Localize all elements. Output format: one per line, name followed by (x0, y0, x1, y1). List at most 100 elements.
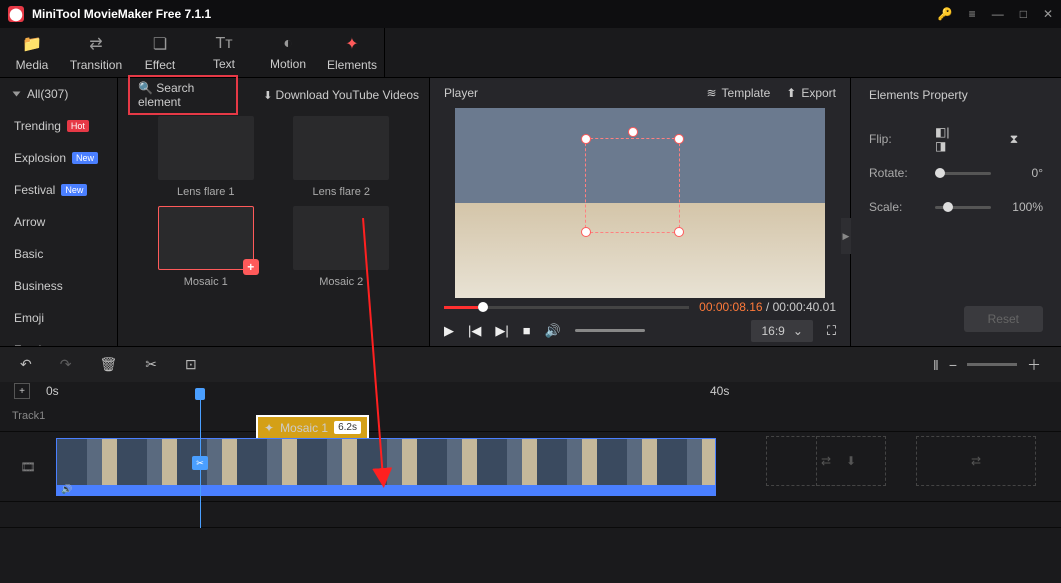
prev-icon[interactable]: |◀ (468, 323, 481, 339)
sidebar-item-festival[interactable]: FestivalNew (0, 174, 117, 206)
rotate-value: 0° (1007, 166, 1043, 180)
split-icon[interactable]: ✂ (192, 456, 208, 470)
export-button[interactable]: ⬆Export (786, 86, 836, 100)
playhead[interactable]: ✂ (200, 400, 201, 528)
next-icon[interactable]: ▶| (495, 323, 508, 339)
tab-transition[interactable]: ⇄Transition (64, 28, 128, 77)
titlebar: ⬤ MiniTool MovieMaker Free 7.1.1 🔑 ≡ — □… (0, 0, 1061, 28)
add-track-button[interactable]: + (14, 383, 30, 399)
export-icon: ⬆ (786, 86, 796, 100)
stop-icon[interactable]: ■ (523, 323, 531, 338)
download-link[interactable]: ⬇ Download YouTube Videos (263, 88, 419, 102)
scale-slider[interactable] (935, 206, 991, 209)
player-canvas[interactable]: ▶ (430, 108, 850, 298)
tab-motion[interactable]: ◐Motion (256, 28, 320, 77)
tab-text[interactable]: TᴛText (192, 28, 256, 77)
transition-slot[interactable]: ⇄ (916, 436, 1036, 486)
sidebar-item-business[interactable]: Business (0, 270, 117, 302)
library-card[interactable]: Mosaic 2 (278, 206, 406, 288)
crop-icon[interactable]: ⊡ (185, 356, 197, 373)
fullscreen-icon[interactable]: ⛶ (827, 323, 836, 339)
sidebar-item-arrow[interactable]: Arrow (0, 206, 117, 238)
player-panel: Player ≋Template ⬆Export ▶ 00:00:08.16 /… (430, 78, 851, 346)
thumbnail[interactable] (293, 116, 389, 180)
resize-handle[interactable] (674, 227, 684, 237)
thumbnail[interactable]: + (158, 206, 254, 270)
scale-value: 100% (1007, 200, 1043, 214)
card-label: Lens flare 2 (313, 186, 370, 198)
resize-handle[interactable] (581, 134, 591, 144)
library-card[interactable]: Lens flare 1 (142, 116, 270, 198)
timeline-tracks: ✂ Track1 ✦ Mosaic 1 6.2s 🎞 🔊 ⇄ ⬇ ⇄ (0, 400, 1061, 528)
timeline-toolbar: ↶ ↷ 🗑 ✂ ⊡ ‖ − ＋ (0, 346, 1061, 382)
sidebar-item-emoji[interactable]: Emoji (0, 302, 117, 334)
close-icon[interactable]: ✕ (1043, 7, 1053, 21)
rotate-slider[interactable] (935, 172, 991, 175)
thumbnail[interactable] (158, 116, 254, 180)
search-icon: 🔍 (138, 81, 153, 95)
chevron-down-icon: ⌄ (793, 324, 803, 338)
sidebar-all[interactable]: All(307) (0, 78, 117, 110)
sidebar-item-basic[interactable]: Basic (0, 238, 117, 270)
star-icon: ✦ (345, 34, 358, 54)
tab-effect[interactable]: ❏Effect (128, 28, 192, 77)
seek-knob[interactable] (478, 302, 488, 312)
redo-icon[interactable]: ↷ (60, 356, 72, 373)
layers-icon: ❏ (153, 34, 167, 54)
library-card[interactable]: Lens flare 2 (278, 116, 406, 198)
flip-vertical-icon[interactable]: ⧗ (1005, 132, 1023, 146)
thumbnail[interactable] (293, 206, 389, 270)
app-title: MiniTool MovieMaker Free 7.1.1 (32, 7, 211, 21)
flip-label: Flip: (869, 132, 919, 146)
audio-track[interactable] (0, 502, 1061, 528)
main-toolbar: 📁Media ⇄Transition ❏Effect TᴛText ◐Motio… (0, 28, 1061, 78)
sound-icon[interactable]: 🔊 (61, 484, 72, 495)
expand-arrow-icon[interactable]: ▶ (841, 218, 851, 254)
library-card[interactable]: +Mosaic 1 (142, 206, 270, 288)
badge: New (72, 152, 98, 164)
volume-icon[interactable]: 🔊 (545, 323, 561, 339)
aspect-select[interactable]: 16:9⌄ (751, 320, 812, 342)
menu-icon[interactable]: ≡ (969, 7, 976, 21)
zoom-slider[interactable] (967, 363, 1017, 366)
tab-elements[interactable]: ✦Elements (320, 28, 384, 77)
time-ruler[interactable]: + 0s 40s (0, 382, 1061, 400)
seek-bar[interactable]: 00:00:08.16 / 00:00:40.01 (430, 298, 850, 316)
sidebar-item-explosion[interactable]: ExplosionNew (0, 142, 117, 174)
timecode: 00:00:08.16 / 00:00:40.01 (699, 300, 836, 314)
volume-slider[interactable] (575, 329, 645, 332)
resize-handle[interactable] (674, 134, 684, 144)
play-icon[interactable]: ▶ (444, 323, 454, 339)
card-label: Mosaic 2 (319, 276, 363, 288)
maximize-icon[interactable]: □ (1020, 7, 1027, 21)
cut-icon[interactable]: ✂ (145, 356, 157, 373)
element-track[interactable]: Track1 ✦ Mosaic 1 6.2s (0, 400, 1061, 432)
chevron-down-icon (13, 92, 21, 97)
zoom-in-icon[interactable]: ＋ (1027, 355, 1041, 375)
swap-icon: ⇄ (89, 34, 102, 54)
resize-handle[interactable] (581, 227, 591, 237)
delete-icon[interactable]: 🗑 (99, 356, 117, 373)
zoom-out-icon[interactable]: − (949, 357, 957, 373)
drop-slot[interactable]: ⬇ (816, 436, 886, 486)
flip-horizontal-icon[interactable]: ◧|◨ (935, 132, 953, 146)
video-track[interactable]: 🎞 🔊 ⇄ ⬇ ⇄ (0, 432, 1061, 502)
snap-icon[interactable]: ‖ (933, 357, 939, 373)
sidebar-item-trending[interactable]: TrendingHot (0, 110, 117, 142)
video-clip[interactable]: 🔊 (56, 438, 716, 496)
tab-media[interactable]: 📁Media (0, 28, 64, 77)
stack-icon: ≋ (706, 86, 716, 100)
element-overlay[interactable] (585, 138, 680, 233)
sidebar-item-food[interactable]: Food (0, 334, 117, 346)
rotate-handle[interactable] (628, 127, 638, 137)
reset-button[interactable]: Reset (964, 306, 1043, 332)
film-icon: 🎞 (20, 460, 35, 474)
search-input[interactable]: 🔍 Search element (128, 75, 238, 115)
template-button[interactable]: ≋Template (706, 86, 770, 100)
key-icon[interactable]: 🔑 (938, 7, 953, 21)
minimize-icon[interactable]: — (992, 7, 1004, 21)
element-library: 🔍 Search element ⬇ Download YouTube Vide… (118, 78, 430, 346)
add-button[interactable]: + (243, 259, 259, 275)
undo-icon[interactable]: ↶ (20, 356, 32, 373)
motion-icon: ◐ (283, 35, 293, 53)
